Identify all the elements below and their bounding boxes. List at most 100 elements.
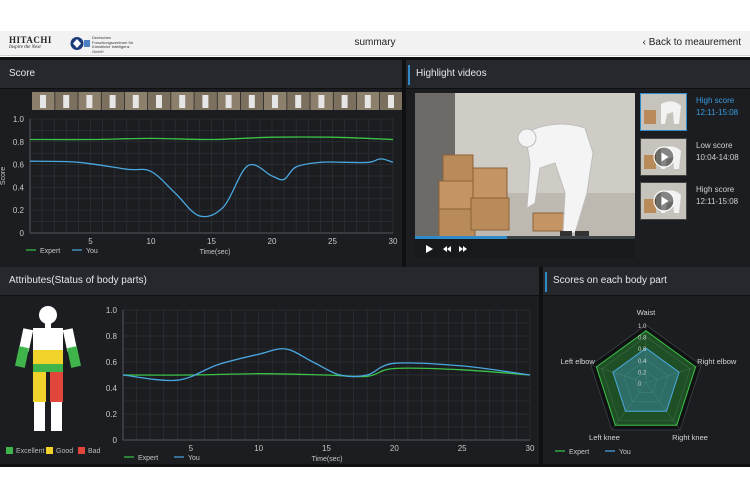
fast-forward-icon[interactable] <box>458 244 468 254</box>
y-tick-label: 0 <box>113 436 118 445</box>
y-tick-label: 0.2 <box>13 206 25 215</box>
attributes-panel-title: Attributes(Status of body parts) <box>9 275 147 286</box>
legend-label: Expert <box>40 248 60 255</box>
x-axis-label: Time(sec) <box>200 249 231 256</box>
x-tick-label: 15 <box>322 444 331 453</box>
frame-figure <box>248 95 255 108</box>
body-waist <box>33 350 63 364</box>
highlight-videos-panel: Highlight videos High score 12:11-15:08 … <box>406 60 750 267</box>
legend-label: You <box>188 455 200 462</box>
top-bar: HITACHI Inspire the Next Deutsches Forsc… <box>0 31 750 56</box>
y-tick-label: 0.4 <box>13 183 25 192</box>
x-tick-label: 15 <box>207 237 216 246</box>
status-legend-excellent: Excellent <box>6 447 44 455</box>
body-hip <box>33 364 63 372</box>
video-thumbnail[interactable] <box>640 182 687 220</box>
legend-swatch <box>46 447 53 454</box>
y-tick-label: 0.6 <box>106 358 118 367</box>
video-item-label: High score <box>696 185 735 194</box>
play-circle-icon <box>653 146 675 168</box>
video-thumbnail[interactable] <box>640 138 687 176</box>
status-legend-bad: Bad <box>78 447 100 455</box>
thumbnail-frame <box>641 94 686 130</box>
video-item-label: Low score <box>696 141 733 150</box>
x-tick-label: 5 <box>88 237 93 246</box>
highlight-panel-title: Highlight videos <box>416 68 487 79</box>
video-thumbnail[interactable] <box>640 93 687 131</box>
x-tick-label: 25 <box>328 237 337 246</box>
header-accent <box>545 272 547 292</box>
body-part-scores-panel: Scores on each body part 1.0 0.8 0.6 0.4 0.2… <box>543 267 750 464</box>
y-tick-label: 1.0 <box>13 115 25 124</box>
frame-figure <box>63 95 70 108</box>
thumbnail-strip <box>32 92 402 110</box>
back-button[interactable]: ‹ Back to meaurement <box>643 37 741 48</box>
main-video-player[interactable] <box>415 93 635 258</box>
frame-figure <box>86 95 93 108</box>
video-item-time: 12:11-15:08 <box>696 108 739 117</box>
frame-figure <box>295 95 302 108</box>
video-list-item-1[interactable]: High score 12:11-15:08 <box>696 95 738 119</box>
x-tick-label: 10 <box>147 237 156 246</box>
y-tick-label: 0 <box>20 229 25 238</box>
score-panel: Score 0 0.2 0.4 0.6 0.8 1.0 5 10 15 20 25 30 Score Ti… <box>0 60 402 267</box>
frame-figure <box>272 95 278 108</box>
video-list-item-2[interactable]: Low score 10:04-14:08 <box>696 140 739 164</box>
frame-figure <box>109 95 116 108</box>
radar-axis-label: Left knee <box>589 433 620 442</box>
x-tick-label: 30 <box>389 237 398 246</box>
body-neck <box>45 323 51 328</box>
legend-label: You <box>619 449 631 456</box>
legend-label: Excellent <box>16 448 45 455</box>
radar-axis-label: Left elbow <box>561 357 596 366</box>
header-accent <box>408 65 410 85</box>
radar-tick-label: 1.0 <box>638 324 647 330</box>
y-tick-label: 0.4 <box>106 384 118 393</box>
video-controls <box>415 239 635 258</box>
body-right-forearm <box>67 346 81 368</box>
body-part-panel-title: Scores on each body part <box>553 275 667 286</box>
attributes-panel-header: Attributes(Status of body parts) <box>0 267 539 296</box>
frame-figure <box>40 95 46 108</box>
body-right-shin <box>51 402 62 431</box>
frame-figure <box>156 95 162 108</box>
frame-figure <box>388 95 394 108</box>
y-tick-label: 0.8 <box>106 332 118 341</box>
radar-tick-label: 0.8 <box>638 336 647 342</box>
x-tick-label: 25 <box>458 444 467 453</box>
play-circle-icon <box>653 190 675 212</box>
frame-figure <box>132 95 139 108</box>
x-tick-label: 10 <box>254 444 263 453</box>
frame-figure <box>225 95 232 108</box>
x-tick-label: 5 <box>189 444 194 453</box>
frame-figure <box>202 95 209 108</box>
body-right-thigh <box>50 372 63 402</box>
legend-swatch <box>6 447 13 454</box>
play-icon[interactable] <box>424 244 434 254</box>
legend-label: Expert <box>569 449 589 456</box>
score-panel-title: Score <box>9 68 36 79</box>
body-figure <box>15 306 81 431</box>
radar-axis-label: Waist <box>637 308 656 317</box>
y-tick-label: 1.0 <box>106 306 118 315</box>
video-list-item-3[interactable]: High score 12:11-15:08 <box>696 184 738 208</box>
body-left-shin <box>34 402 45 431</box>
frame-figure <box>318 95 325 108</box>
body-left-forearm <box>15 346 29 368</box>
y-axis-label: Score <box>0 167 7 185</box>
legend-label: Bad <box>88 448 101 455</box>
chevron-left-icon: ‹ <box>642 37 646 48</box>
body-part-panel-header: Scores on each body part <box>543 267 750 296</box>
score-chart: 0 0.2 0.4 0.6 0.8 1.0 5 10 15 20 25 30 Score Time(sec… <box>0 92 402 256</box>
attributes-panel: Attributes(Status of body parts) Excelle… <box>0 267 539 464</box>
frame-figure <box>179 95 186 108</box>
body-torso <box>33 328 63 350</box>
rewind-icon[interactable] <box>442 244 452 254</box>
radar-tick-label: 0.6 <box>638 347 647 353</box>
radar-tick-label: 0.2 <box>638 370 647 376</box>
x-tick-label: 20 <box>268 237 277 246</box>
attributes-chart: 00.20.40.60.81.051015202530ScoreTime(sec… <box>106 306 535 463</box>
legend-label: Expert <box>138 455 158 462</box>
video-frame <box>415 93 635 258</box>
y-tick-label: 0.2 <box>106 410 118 419</box>
